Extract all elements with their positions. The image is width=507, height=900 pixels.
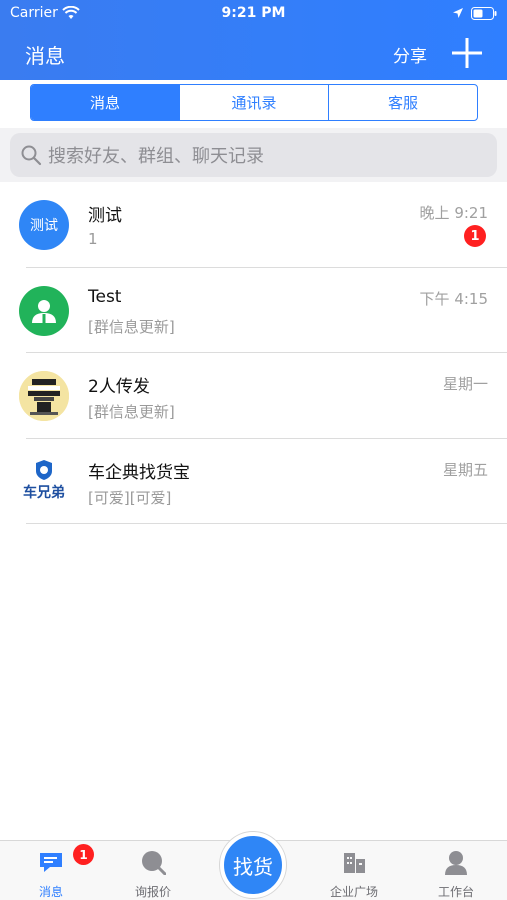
chat-time: 晚上 9:21: [419, 204, 488, 222]
chat-name: Test: [88, 286, 122, 307]
status-bar: Carrier 9:21 PM: [0, 0, 507, 28]
message-icon: [40, 853, 62, 872]
chat-list: 测试 测试 1 晚上 9:21 1 Test [群信息更新] 下午 4:15 2…: [0, 182, 507, 524]
tab-label: 工作台: [437, 885, 474, 899]
inquiry-icon: [142, 851, 166, 875]
person-icon: [445, 851, 467, 875]
battery-icon: [471, 7, 497, 20]
avatar: 测试: [19, 200, 69, 250]
tab-label: 询报价: [134, 885, 171, 899]
search-placeholder: 搜索好友、群组、聊天记录: [48, 146, 264, 167]
chat-name: 车企典找货宝: [88, 462, 190, 483]
chat-preview: [群信息更新]: [88, 317, 175, 336]
segmented-control: 消息 通讯录 客服: [30, 84, 478, 121]
tab-messages[interactable]: 1 消息: [11, 841, 94, 900]
tab-label: 企业广场: [329, 885, 378, 899]
brand-logo: 车兄弟: [23, 459, 65, 501]
location-arrow-icon: [453, 8, 463, 18]
unread-badge: 1: [464, 225, 486, 247]
segment-messages[interactable]: 消息: [31, 85, 179, 120]
search-input[interactable]: 搜索好友、群组、聊天记录: [10, 133, 497, 177]
group-avatar: [19, 285, 69, 336]
tab-enterprise-plaza[interactable]: 企业广场: [314, 841, 394, 900]
image-avatar: [19, 371, 69, 421]
tab-workbench[interactable]: 工作台: [416, 841, 496, 900]
add-icon[interactable]: [452, 38, 482, 68]
app-header: Carrier 9:21 PM 消息 分享: [0, 0, 507, 80]
chat-time: 下午 4:15: [419, 289, 488, 308]
tab-inquiry[interactable]: 询报价: [113, 841, 193, 900]
chat-item[interactable]: 测试 测试 1 晚上 9:21 1: [0, 182, 507, 268]
segment-contacts[interactable]: 通讯录: [179, 85, 328, 120]
chat-preview: 1: [88, 230, 98, 248]
find-goods-button[interactable]: 找货: [220, 832, 286, 898]
avatar-picture: [19, 371, 69, 421]
brand-logo-text: 车兄弟: [23, 484, 65, 501]
search-bar: 搜索好友、群组、聊天记录: [0, 128, 507, 182]
chat-time: 星期五: [442, 460, 488, 479]
share-button[interactable]: 分享: [393, 42, 427, 67]
logo-avatar: 车兄弟: [19, 456, 69, 507]
chat-time: 星期一: [442, 375, 488, 393]
chat-preview: [可爱][可爱]: [88, 488, 172, 507]
tab-label: 消息: [38, 885, 63, 899]
chat-item[interactable]: Test [群信息更新] 下午 4:15: [0, 268, 507, 353]
search-icon: [21, 145, 42, 166]
segment-customer-service[interactable]: 客服: [328, 85, 477, 120]
chat-preview: [群信息更新]: [88, 403, 175, 421]
group-user-icon: [32, 299, 56, 323]
chat-item[interactable]: 车兄弟 车企典找货宝 [可爱][可爱] 星期五: [0, 439, 507, 524]
building-icon: [344, 853, 365, 873]
divider: [26, 523, 507, 524]
status-time: 9:21 PM: [221, 5, 286, 21]
chat-name: 测试: [88, 206, 122, 226]
chat-item[interactable]: 2人传发 [群信息更新] 星期一: [0, 353, 507, 439]
chat-name: 2人传发: [88, 377, 150, 397]
tab-unread-badge: 1: [73, 844, 94, 865]
page-title: 消息: [25, 44, 65, 68]
